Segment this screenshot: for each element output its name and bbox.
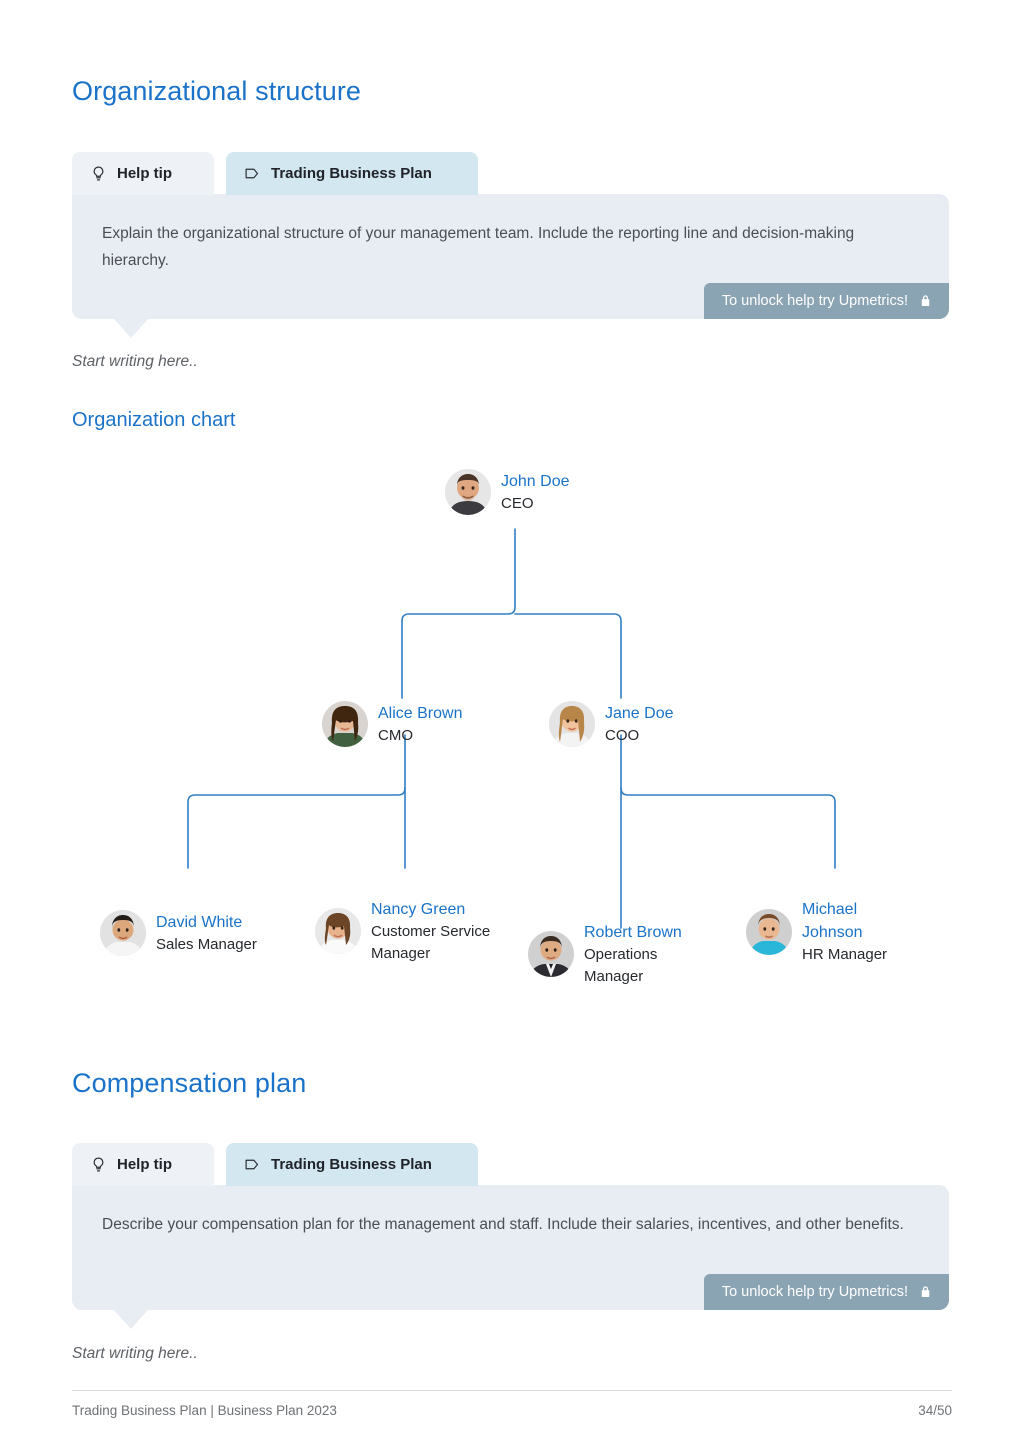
avatar: [746, 909, 792, 956]
lightbulb-icon: [90, 1156, 107, 1173]
help-tip-text-1: Explain the organizational structure of …: [102, 225, 855, 269]
avatar: [549, 701, 595, 747]
org-node-name: Michael Johnson: [802, 901, 863, 942]
org-node-role: CMO: [378, 726, 413, 744]
org-node-coo[interactable]: Jane Doe COO: [549, 701, 674, 747]
unlock-help-button-1[interactable]: To unlock help try Upmetrics!: [703, 283, 949, 319]
section-title-organization-chart: Organization chart: [72, 409, 236, 431]
lock-icon: [918, 1284, 933, 1300]
tab-help-tip-2[interactable]: Help tip: [72, 1143, 214, 1186]
help-tip-block-1: Help tip Trading Business Plan Explain t…: [72, 152, 949, 338]
org-node-name: Nancy Green: [371, 901, 466, 918]
tooltip-tail-1: [114, 319, 148, 338]
footer-page-number: 34/50: [918, 1403, 952, 1418]
tab-help-tip-label-1: Help tip: [117, 165, 172, 182]
lock-icon: [918, 293, 933, 309]
org-node-text: Nancy Green Customer Service Manager: [371, 898, 490, 965]
org-node-ceo[interactable]: John Doe CEO: [445, 469, 570, 515]
avatar-female-3: [315, 908, 361, 955]
unlock-help-label-1: To unlock help try Upmetrics!: [721, 292, 908, 309]
page-title: Organizational structure: [72, 76, 362, 106]
avatar: [445, 469, 491, 515]
tab-trading-business-plan-2[interactable]: Trading Business Plan: [226, 1143, 478, 1186]
start-writing-placeholder-1[interactable]: Start writing here..: [72, 353, 198, 371]
org-node-role: Operations Manager: [584, 946, 658, 985]
org-node-text: David White Sales Manager: [156, 911, 257, 956]
org-node-text: Jane Doe COO: [605, 702, 674, 747]
help-tip-tabs-1: Help tip Trading Business Plan: [72, 152, 949, 195]
page-footer: Trading Business Plan | Business Plan 20…: [72, 1390, 952, 1418]
section-compensation-plan: Compensation plan: [72, 1068, 306, 1099]
help-tip-block-2: Help tip Trading Business Plan Describe …: [72, 1143, 949, 1329]
org-node-text: John Doe CEO: [501, 470, 570, 515]
footer-document-title: Trading Business Plan | Business Plan 20…: [72, 1403, 337, 1418]
help-tip-body-2: Describe your compensation plan for the …: [72, 1185, 949, 1329]
tab-help-tip-label-2: Help tip: [117, 1156, 172, 1173]
tag-icon: [244, 165, 261, 182]
org-node-name: Jane Doe: [605, 704, 674, 722]
org-node-operations-manager[interactable]: Robert Brown Operations Manager: [528, 921, 682, 988]
avatar-female-2: [549, 701, 595, 747]
org-node-role: CEO: [501, 494, 534, 512]
org-node-cmo[interactable]: Alice Brown CMO: [322, 701, 462, 747]
section-title-compensation-plan: Compensation plan: [72, 1068, 307, 1098]
tooltip-tail-2: [114, 1310, 148, 1329]
org-node-customer-service-manager[interactable]: Nancy Green Customer Service Manager: [315, 898, 490, 965]
start-writing-placeholder-2[interactable]: Start writing here..: [72, 1345, 198, 1363]
org-node-role: HR Manager: [802, 946, 888, 964]
tab-plan-label-2: Trading Business Plan: [271, 1156, 432, 1173]
org-node-role: Sales Manager: [156, 935, 257, 953]
unlock-help-label-2: To unlock help try Upmetrics!: [721, 1283, 908, 1300]
lightbulb-icon: [90, 165, 107, 182]
avatar: [322, 701, 368, 747]
org-node-hr-manager[interactable]: Michael Johnson HR Manager: [746, 898, 887, 966]
org-node-name: David White: [156, 913, 243, 931]
tag-icon: [244, 1156, 261, 1173]
organization-chart: John Doe CEO Alice Brown CMO Jane Doe CO…: [72, 448, 952, 1008]
avatar: [315, 908, 361, 955]
org-node-role: COO: [605, 726, 640, 744]
avatar-male-1: [445, 469, 491, 515]
help-tip-tabs-2: Help tip Trading Business Plan: [72, 1143, 949, 1186]
avatar-male-2: [100, 910, 146, 956]
unlock-help-button-2[interactable]: To unlock help try Upmetrics!: [703, 1274, 949, 1310]
org-node-name: John Doe: [501, 472, 570, 490]
org-node-sales-manager[interactable]: David White Sales Manager: [100, 910, 257, 956]
avatar: [528, 931, 574, 978]
org-node-name: Robert Brown: [584, 924, 682, 941]
org-node-name: Alice Brown: [378, 704, 463, 722]
tab-trading-business-plan-1[interactable]: Trading Business Plan: [226, 152, 478, 195]
org-node-role: Customer Service Manager: [371, 923, 491, 962]
avatar-male-4: [746, 909, 792, 956]
avatar: [100, 910, 146, 956]
help-tip-text-2: Describe your compensation plan for the …: [102, 1216, 904, 1233]
org-node-text: Robert Brown Operations Manager: [584, 921, 682, 988]
org-node-text: Alice Brown CMO: [378, 702, 462, 747]
section-organizational-structure: Organizational structure: [72, 76, 361, 107]
avatar-female-1: [322, 701, 368, 747]
org-chart-heading-wrap: Organization chart: [72, 409, 235, 432]
help-tip-body-1: Explain the organizational structure of …: [72, 194, 949, 338]
avatar-male-3: [528, 931, 574, 978]
tab-plan-label-1: Trading Business Plan: [271, 165, 432, 182]
document-page: Organizational structure Help tip Tradin…: [0, 0, 1024, 1448]
tab-help-tip-1[interactable]: Help tip: [72, 152, 214, 195]
org-node-text: Michael Johnson HR Manager: [802, 898, 887, 966]
